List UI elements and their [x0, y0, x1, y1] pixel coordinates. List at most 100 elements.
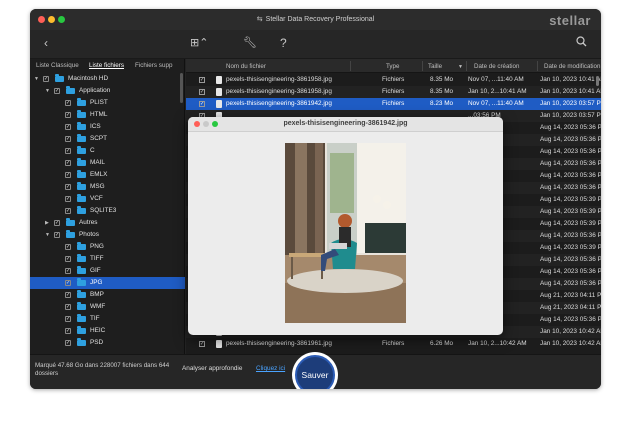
tree-item[interactable]: ▶ ✓ Autres — [30, 217, 185, 229]
file-modified: Aug 14, 2023 05:36 PM — [540, 184, 601, 191]
tree-item[interactable]: ✓ EMLX — [30, 169, 185, 181]
table-row[interactable]: ✓ pexels-thisisengineering-3861961.jpg Fic… — [186, 338, 601, 350]
folder-icon — [77, 326, 86, 334]
tree-item[interactable]: ✓ MAIL — [30, 157, 185, 169]
tree-checkbox[interactable]: ✓ — [65, 292, 71, 298]
deep-scan-link[interactable]: Cliquez ici — [256, 365, 285, 372]
folder-icon — [77, 338, 86, 346]
tree-item[interactable]: ✓ BMP — [30, 289, 185, 301]
tree-item-label: TIFF — [90, 255, 104, 262]
tree-item[interactable]: ✓ PLIST — [30, 97, 185, 109]
help-button[interactable]: ? — [280, 36, 287, 50]
column-type[interactable]: Type — [386, 63, 399, 70]
disclosure-open-icon[interactable]: ▼ — [45, 85, 50, 97]
tree-checkbox[interactable]: ✓ — [54, 220, 60, 226]
file-created: Nov 07, ...11:40 AM — [468, 76, 524, 83]
file-icon — [216, 100, 222, 108]
folder-icon — [77, 302, 86, 310]
tree-checkbox[interactable]: ✓ — [65, 340, 71, 346]
tree-checkbox[interactable]: ✓ — [65, 304, 71, 310]
tab-file-list[interactable]: Liste fichiers — [89, 62, 124, 69]
file-type: Fichiers — [382, 76, 405, 83]
tree-item[interactable]: ✓ VCF — [30, 193, 185, 205]
tools-button[interactable]: 🔧︎ — [243, 36, 257, 50]
tree-item[interactable]: ✓ SCPT — [30, 133, 185, 145]
tree-item[interactable]: ✓ HEIC — [30, 325, 185, 337]
tree-item-label: HTML — [90, 111, 108, 118]
tree-checkbox[interactable]: ✓ — [65, 148, 71, 154]
tree-checkbox[interactable]: ✓ — [65, 100, 71, 106]
folder-icon — [77, 122, 86, 130]
view-mode-button[interactable]: ⊞⌃ — [190, 36, 208, 50]
file-icon — [216, 76, 222, 84]
tree-checkbox[interactable]: ✓ — [65, 184, 71, 190]
tree-checkbox[interactable]: ✓ — [65, 172, 71, 178]
tree-item[interactable]: ▼ ✓ Macintosh HD — [30, 73, 185, 85]
tree-checkbox[interactable]: ✓ — [65, 124, 71, 130]
tree-item[interactable]: ✓ TIF — [30, 313, 185, 325]
save-button[interactable]: Sauver — [295, 355, 335, 389]
folder-icon — [66, 230, 75, 238]
column-modified[interactable]: Date de modification — [544, 63, 600, 70]
tree-item-label: C — [90, 147, 95, 154]
tree-checkbox[interactable]: ✓ — [65, 268, 71, 274]
table-row[interactable]: ✓ pexels-thisisengineering-3861958.jpg Fic… — [186, 86, 601, 98]
file-type: Fichiers — [382, 88, 405, 95]
tree-item[interactable]: ✓ JPG — [30, 277, 185, 289]
row-checkbox[interactable]: ✓ — [199, 101, 205, 107]
disclosure-open-icon[interactable]: ▼ — [34, 73, 39, 85]
disclosure-open-icon[interactable]: ▼ — [45, 229, 50, 241]
tree-checkbox[interactable]: ✓ — [65, 244, 71, 250]
tab-classic-list[interactable]: Liste Classique — [36, 62, 79, 69]
table-row[interactable]: ✓ pexels-thisisengineering-3861942.jpg Fic… — [186, 98, 601, 110]
folder-icon — [55, 74, 64, 82]
tree-checkbox[interactable]: ✓ — [65, 256, 71, 262]
column-name[interactable]: Nom du fichier — [226, 63, 266, 70]
tree-checkbox[interactable]: ✓ — [43, 76, 49, 82]
tree-scrollbar[interactable] — [180, 73, 183, 103]
folder-icon — [77, 146, 86, 154]
file-modified: Aug 14, 2023 05:39 PM — [540, 244, 601, 251]
tree-item[interactable]: ✓ WMF — [30, 301, 185, 313]
back-button[interactable]: ‹ — [44, 36, 48, 50]
tree-item[interactable]: ✓ HTML — [30, 109, 185, 121]
tree-item[interactable]: ✓ GIF — [30, 265, 185, 277]
tree-item[interactable]: ✓ C — [30, 145, 185, 157]
file-created: Jan 10, 2...10:41 AM — [468, 88, 527, 95]
row-checkbox[interactable]: ✓ — [199, 77, 205, 83]
column-divider — [537, 61, 538, 71]
tree-checkbox[interactable]: ✓ — [65, 316, 71, 322]
tree-item-label: EMLX — [90, 171, 108, 178]
tab-deleted-files[interactable]: Fichiers supp — [135, 62, 172, 69]
file-size: 6.26 Mo — [430, 340, 454, 347]
row-checkbox[interactable]: ✓ — [199, 341, 205, 347]
tree-checkbox[interactable]: ✓ — [65, 280, 71, 286]
folder-icon — [77, 170, 86, 178]
tree-item[interactable]: ✓ PSD — [30, 337, 185, 349]
disclosure-closed-icon[interactable]: ▶ — [45, 217, 49, 229]
tree-checkbox[interactable]: ✓ — [65, 160, 71, 166]
row-checkbox[interactable]: ✓ — [199, 89, 205, 95]
tree-checkbox[interactable]: ✓ — [65, 196, 71, 202]
column-created[interactable]: Date de création — [474, 63, 519, 70]
tree-item[interactable]: ✓ SQLITE3 — [30, 205, 185, 217]
tree-checkbox[interactable]: ✓ — [65, 328, 71, 334]
tree-checkbox[interactable]: ✓ — [54, 88, 60, 94]
file-list-scrollbar[interactable] — [596, 76, 599, 86]
search-button[interactable] — [576, 36, 587, 51]
tree-checkbox[interactable]: ✓ — [65, 136, 71, 142]
tree-checkbox[interactable]: ✓ — [65, 208, 71, 214]
tree-item[interactable]: ✓ PNG — [30, 241, 185, 253]
tree-item[interactable]: ✓ ICS — [30, 121, 185, 133]
tree-item[interactable]: ✓ MSG — [30, 181, 185, 193]
tree-item[interactable]: ✓ TIFF — [30, 253, 185, 265]
sort-desc-icon[interactable]: ▼ — [458, 64, 463, 70]
tree-item[interactable]: ▼ ✓ Application — [30, 85, 185, 97]
preview-title: pexels-thisisengineering-3861942.jpg — [283, 120, 408, 127]
column-size[interactable]: Taille — [428, 63, 442, 70]
tree-item[interactable]: ▼ ✓ Photos — [30, 229, 185, 241]
tree-checkbox[interactable]: ✓ — [54, 232, 60, 238]
tree-checkbox[interactable]: ✓ — [65, 112, 71, 118]
folder-icon — [77, 206, 86, 214]
table-row[interactable]: ✓ pexels-thisisengineering-3861958.jpg Fic… — [186, 74, 601, 86]
